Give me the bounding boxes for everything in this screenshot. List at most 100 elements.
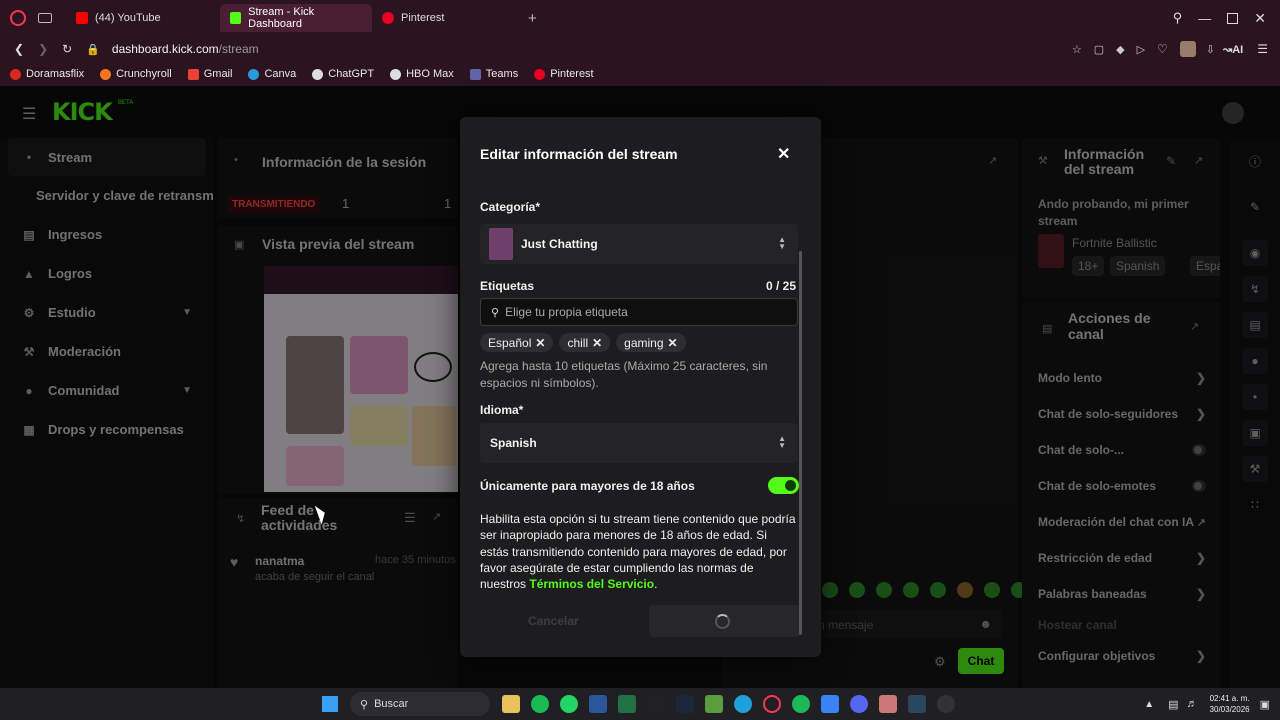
volume-icon[interactable]: ♬ [1187,698,1198,710]
chevron-up-icon[interactable]: ▲ [1144,699,1154,710]
language-select[interactable]: Spanish ▲ ▼ [480,423,798,463]
category-select[interactable]: Just Chatting ▲ ▼ [480,224,798,264]
emote-icon[interactable] [876,582,892,598]
remove-tag-icon[interactable]: ✕ [668,336,678,350]
url-field[interactable]: dashboard.kick.com/stream [112,42,259,56]
close-icon[interactable]: ✕ [777,144,790,164]
hamburger-icon[interactable]: ☰ [22,104,36,124]
minimize-icon[interactable]: — [1198,11,1211,26]
profile-avatar[interactable] [1179,41,1196,57]
tags-input[interactable]: ⚲ Elige tu propia etiqueta [480,298,798,326]
bookmark-canva[interactable]: Canva [248,68,296,80]
save-button[interactable] [649,605,800,637]
user-avatar[interactable] [1222,102,1244,124]
back-icon[interactable]: ❮ [14,42,24,56]
sidebar-item-moderacion[interactable]: ⚒ Moderación [0,332,214,371]
search-icon[interactable]: ⚲ [1173,10,1183,26]
emoji-icon[interactable]: ☻ [979,617,992,631]
sidebar-item-drops[interactable]: ▦ Drops y recompensas [0,410,214,449]
sidebar-item-ingresos[interactable]: ▤ Ingresos [0,215,214,254]
chat-input[interactable]: n mensaje ☻ [818,610,1002,638]
chat-bubble-icon[interactable]: ● [1242,348,1268,374]
emote-icon[interactable] [984,582,1000,598]
tab-kick-dashboard[interactable]: Stream - Kick Dashboard [220,4,372,32]
close-window-icon[interactable]: ✕ [1254,10,1266,27]
sidebar-item-stream[interactable]: • Stream [8,138,206,176]
emote-icon[interactable] [930,582,946,598]
popout-icon[interactable]: ↗ [1194,154,1203,167]
filter-icon[interactable]: ☰ [404,510,416,526]
bookmark-hbomax[interactable]: HBO Max [390,68,454,80]
windows-start-icon[interactable] [322,696,338,712]
sidebar-item-logros[interactable]: ▲ Logros [0,254,214,293]
opera-icon[interactable] [763,695,781,713]
emote-icon[interactable] [903,582,919,598]
action-age-restriction[interactable]: Restricción de edad ❯ [1024,540,1220,576]
remove-tag-icon[interactable]: ✕ [592,336,602,350]
maximize-icon[interactable] [1227,12,1239,24]
wrench-icon[interactable]: ⚒ [1242,456,1268,482]
sidebar-item-estudio[interactable]: ⚙ Estudio ▼ [0,293,214,332]
emote-icon[interactable] [849,582,865,598]
notifications-icon[interactable]: ▣ [1260,698,1270,711]
play-icon[interactable]: ▷ [1137,43,1145,56]
clock[interactable]: 02:41 a. m. 30/03/2026 [1210,693,1250,715]
chat-send-button[interactable]: Chat [958,648,1004,674]
network-icon[interactable]: ▤ [1168,698,1178,711]
remove-tag-icon[interactable]: ✕ [535,336,545,350]
action-followers-only[interactable]: Chat de solo-seguidores ❯ [1024,396,1220,432]
popout-icon[interactable]: ↗ [432,510,441,523]
heart-icon[interactable]: ♡ [1157,42,1168,56]
action-goals[interactable]: Configurar objetivos ❯ [1024,638,1220,674]
bookmark-doramasflix[interactable]: Doramasflix [10,68,84,80]
cancel-button[interactable]: Cancelar [528,614,579,628]
bookmark-crunchyroll[interactable]: Crunchyroll [100,68,172,80]
app-icon[interactable] [792,695,810,713]
steam-icon[interactable] [908,695,926,713]
edit-icon[interactable]: ✎ [1242,194,1268,220]
spotify-icon[interactable] [531,695,549,713]
ai-button[interactable]: ↝AI [1223,43,1243,56]
shield-icon[interactable]: ◆ [1116,43,1124,56]
subscribers-only-toggle[interactable] [1192,444,1206,456]
popout-icon[interactable]: ↗ [988,154,997,167]
modal-scrollbar[interactable] [799,251,802,635]
action-slow-mode[interactable]: Modo lento ❯ [1024,360,1220,396]
emotes-only-toggle[interactable] [1192,480,1206,492]
sidebar-item-server-key[interactable]: Servidor y clave de retransm [0,176,214,215]
adult-toggle[interactable] [768,477,799,494]
taskbar-search[interactable]: ⚲ Buscar [350,692,490,716]
apps-icon[interactable]: ∷ [1242,492,1268,518]
action-ai-moderation[interactable]: Moderación del chat con IA ↗ [1024,504,1220,540]
snapshot-icon[interactable]: ▢ [1094,43,1104,56]
whatsapp-icon[interactable] [560,695,578,713]
forward-icon[interactable]: ❯ [38,42,48,56]
capcut-icon[interactable] [647,695,665,713]
menu-icon[interactable]: ☰ [1257,42,1268,56]
word-icon[interactable] [589,695,607,713]
discord-icon[interactable] [850,695,868,713]
popout-icon[interactable]: ↗ [1190,320,1199,333]
sidebar-item-comunidad[interactable]: ● Comunidad ▼ [0,371,214,410]
info-icon[interactable]: ⓘ [1242,148,1268,174]
new-tab-icon[interactable]: + [528,10,537,27]
steam-icon[interactable] [676,695,694,713]
camera-icon[interactable]: ◉ [1242,240,1268,266]
photos-icon[interactable] [879,695,897,713]
edit-icon[interactable]: ✎ [1166,154,1176,168]
excel-icon[interactable] [618,695,636,713]
tab-manager-icon[interactable] [38,13,52,23]
reload-icon[interactable]: ↻ [62,42,72,56]
bookmark-gmail[interactable]: Gmail [187,68,232,80]
stream-preview-video[interactable] [264,266,458,492]
emote-icon[interactable] [822,582,838,598]
pin-icon[interactable]: ☆ [1072,43,1082,56]
broadcast-icon[interactable]: • [1242,384,1268,410]
lightning-icon[interactable]: ↯ [1242,276,1268,302]
kick-logo[interactable]: KICK [52,98,113,126]
settings-icon[interactable]: ⚙ [934,654,946,670]
stream-category[interactable]: Fortnite Ballistic [1072,236,1157,250]
download-icon[interactable]: ⇩ [1206,43,1215,56]
tab-youtube[interactable]: (44) YouTube [66,4,220,32]
terms-link[interactable]: Términos del Servicio [529,577,654,591]
